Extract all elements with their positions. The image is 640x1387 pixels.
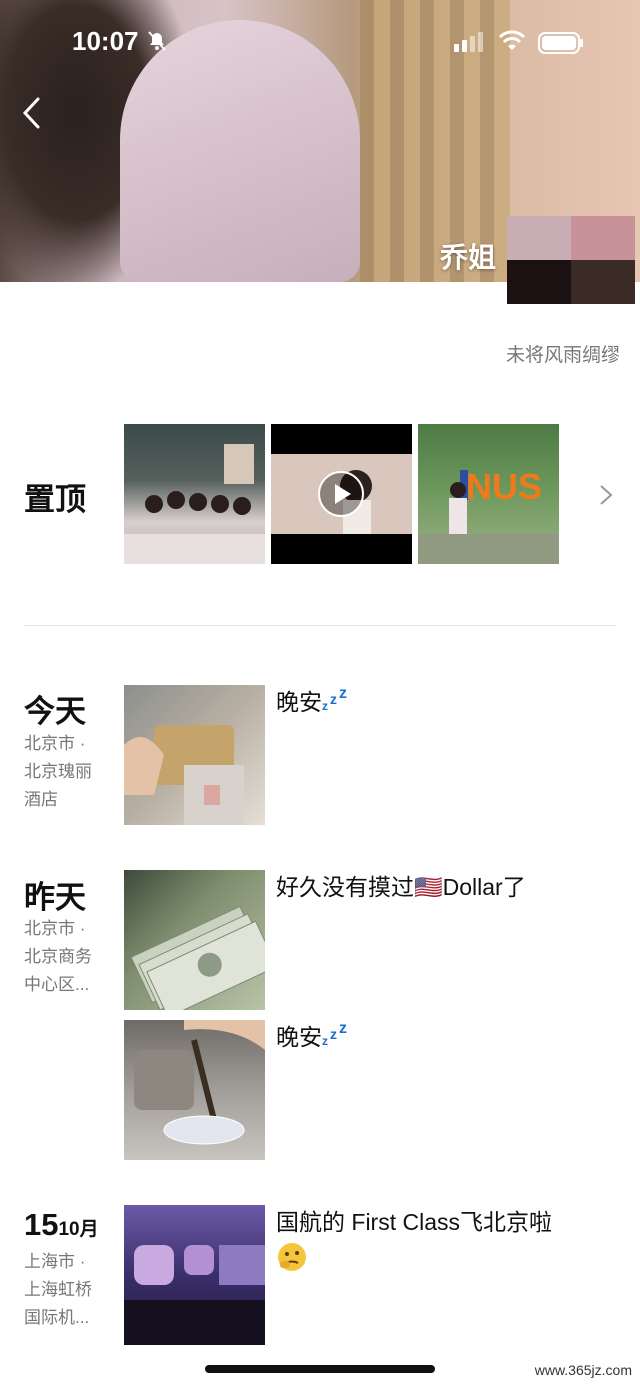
post-image[interactable] [124, 1020, 265, 1160]
pinned-thumb-group-dinner[interactable] [124, 424, 265, 564]
post-day-label: 昨天 [24, 880, 86, 915]
svg-text:z: z [330, 691, 337, 707]
post-image[interactable] [124, 870, 265, 1010]
chevron-right-icon[interactable] [598, 484, 614, 506]
battery-icon [538, 32, 583, 54]
wifi-icon [498, 30, 526, 50]
cellular-signal-icon [454, 32, 483, 52]
post-text: 好久没有摸过🇺🇸Dollar了 [276, 874, 526, 900]
svg-text:NUS: NUS [466, 466, 542, 507]
back-chevron-icon[interactable] [20, 96, 44, 130]
post-day-label: 今天 [24, 694, 86, 729]
profile-signature: 未将风雨绸缪 [505, 345, 620, 366]
post-text: 国航的 First Class飞北京啦 [276, 1205, 596, 1282]
post-location: 北京市 · 北京瑰丽 酒店 [24, 734, 92, 809]
mute-bell-icon [148, 31, 166, 51]
post-image[interactable] [124, 685, 265, 825]
home-indicator[interactable] [205, 1365, 435, 1373]
zzz-icon: z z z [322, 685, 347, 713]
svg-text:z: z [322, 1034, 328, 1047]
status-bar: 10:07 [0, 26, 640, 62]
profile-name: 乔姐 [440, 242, 497, 273]
post-location: 北京市 · 北京商务 中心区... [24, 919, 92, 994]
pinned-thumb-nus[interactable]: NUS [418, 424, 559, 564]
pinned-thumb-video[interactable] [271, 424, 412, 564]
svg-text:z: z [330, 1026, 337, 1042]
thinking-face-icon [278, 1243, 306, 1271]
post-location: 上海市 · 上海虹桥 国际机... [24, 1252, 92, 1327]
pinned-label: 置顶 [24, 482, 86, 517]
svg-text:z: z [339, 686, 347, 702]
post-text: 晚安 z z z [276, 685, 596, 719]
post-text: 晚安 z z z [276, 1020, 596, 1054]
status-time: 10:07 [72, 26, 139, 56]
watermark: www.365jz.com [534, 1362, 632, 1378]
avatar[interactable] [507, 216, 635, 304]
post-image[interactable] [124, 1205, 265, 1345]
svg-text:z: z [339, 1021, 347, 1037]
zzz-icon: z z z [322, 1020, 347, 1048]
pinned-thumbnails[interactable]: NUS [124, 424, 560, 564]
divider [24, 625, 616, 626]
svg-text:z: z [322, 699, 328, 712]
post-date-label: 1510月 [24, 1207, 99, 1242]
